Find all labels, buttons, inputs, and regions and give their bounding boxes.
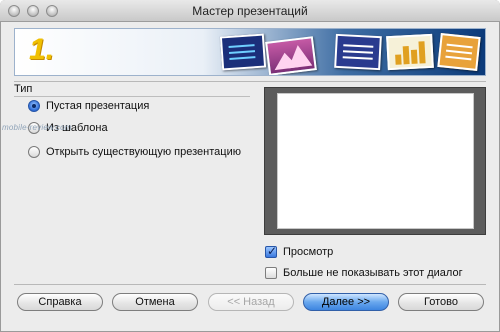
step-number: 1.: [29, 33, 55, 66]
window-title: Мастер презентаций: [192, 4, 308, 18]
next-button[interactable]: Далее >>: [303, 293, 389, 311]
cancel-button[interactable]: Отмена: [112, 293, 198, 311]
radio-button[interactable]: [28, 100, 40, 112]
radio-empty-presentation[interactable]: Пустая презентация: [28, 99, 149, 113]
title-bar: Мастер презентаций: [0, 0, 500, 22]
preview-checkbox-row[interactable]: Просмотр: [265, 244, 334, 259]
wizard-banner: 1.: [14, 28, 486, 76]
presentation-wizard-window: Мастер презентаций 1. Тип Пустая презент…: [0, 0, 500, 332]
type-section-divider: [14, 96, 250, 97]
preview-slide: [277, 93, 474, 229]
dont-show-checkbox-label: Больше не показывать этот диалог: [283, 267, 463, 279]
type-section-label: Тип: [14, 83, 33, 95]
radio-label: Пустая презентация: [46, 100, 150, 112]
slide-thumbnail-icon: [334, 33, 382, 71]
finish-button[interactable]: Готово: [398, 293, 484, 311]
banner-divider: [14, 81, 486, 82]
slide-thumbnail-icon: [219, 33, 267, 71]
watermark: mobile-review.com: [2, 123, 72, 132]
chart-thumbnail-icon: [386, 33, 434, 71]
help-button[interactable]: Справка: [17, 293, 103, 311]
button-bar-divider: [14, 284, 486, 285]
slide-thumbnail-icon: [437, 33, 481, 71]
radio-open-existing[interactable]: Открыть существующую презентацию: [28, 145, 241, 159]
back-button[interactable]: << Назад: [208, 293, 294, 311]
dont-show-checkbox-row[interactable]: Больше не показывать этот диалог: [265, 266, 463, 280]
dont-show-checkbox[interactable]: [265, 267, 277, 279]
preview-pane: [264, 87, 486, 235]
slide-thumbnail-icon: [265, 36, 317, 75]
preview-checkbox[interactable]: [265, 244, 277, 258]
radio-label: Открыть существующую презентацию: [46, 146, 241, 158]
preview-checkbox-label: Просмотр: [283, 246, 334, 258]
radio-button[interactable]: [28, 146, 40, 158]
